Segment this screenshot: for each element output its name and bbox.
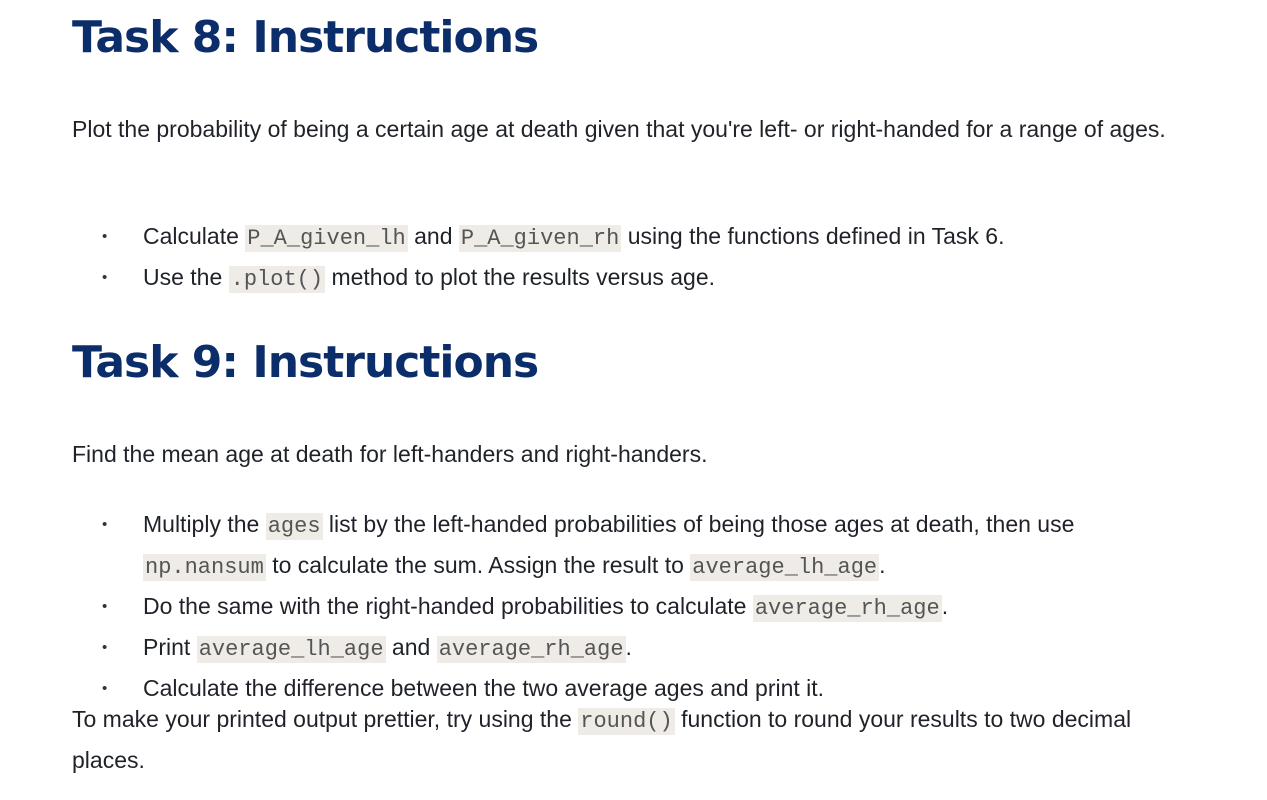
bullet-text: . bbox=[625, 634, 632, 660]
bullet-icon: • bbox=[102, 516, 108, 533]
bullet-text: . bbox=[879, 552, 886, 578]
task8-intro: Plot the probability of being a certain … bbox=[72, 116, 1166, 142]
bullet-icon: • bbox=[102, 269, 108, 286]
list-item: • Use the .plot() method to plot the resu… bbox=[72, 258, 1192, 299]
inline-code: average_rh_age bbox=[752, 595, 942, 622]
task9-tip: To make your printed output prettier, tr… bbox=[72, 700, 1192, 779]
bullet-text: and bbox=[407, 223, 459, 249]
bullet-text: Calculate bbox=[143, 223, 246, 249]
list-item: • Multiply the ages list by the left-hand… bbox=[72, 505, 1192, 587]
inline-code: ages bbox=[265, 513, 323, 540]
bullet-text: and bbox=[385, 634, 437, 660]
inline-code: np.nansum bbox=[143, 554, 266, 581]
bullet-text: to calculate the sum. Assign the result … bbox=[265, 552, 691, 578]
bullet-text: Calculate the difference between the two… bbox=[143, 675, 825, 701]
bullet-text: method to plot the results versus age. bbox=[325, 264, 716, 290]
inline-code: P_A_given_rh bbox=[458, 225, 622, 252]
list-item: • Calculate P_A_given_lh and P_A_given_rh… bbox=[72, 217, 1192, 258]
task8-heading: Task 8: Instructions bbox=[72, 12, 539, 63]
inline-code: .plot() bbox=[228, 266, 326, 293]
bullet-icon: • bbox=[102, 598, 108, 615]
bullet-icon: • bbox=[102, 639, 108, 656]
inline-code: round() bbox=[578, 708, 675, 735]
bullet-text: Use the bbox=[143, 264, 229, 290]
bullet-text: Multiply the bbox=[143, 511, 266, 537]
task9-heading: Task 9: Instructions bbox=[72, 337, 539, 388]
bullet-text: . bbox=[941, 593, 949, 619]
bullet-text: Print bbox=[143, 634, 197, 660]
bullet-text: Do the same with the right-handed probab… bbox=[143, 593, 753, 619]
list-item: • Do the same with the right-handed proba… bbox=[72, 587, 1192, 628]
bullet-icon: • bbox=[102, 228, 108, 245]
inline-code: average_lh_age bbox=[690, 554, 880, 581]
bullet-text: using the functions defined in Task 6. bbox=[621, 223, 1005, 249]
bullet-text: list by the left-handed probabilities of… bbox=[322, 511, 1075, 537]
task8-bullet-list: • Calculate P_A_given_lh and P_A_given_rh… bbox=[72, 217, 1192, 299]
inline-code: average_rh_age bbox=[436, 636, 626, 663]
task9-intro: Find the mean age at death for left-hand… bbox=[72, 441, 708, 467]
tip-text: To make your printed output prettier, tr… bbox=[72, 706, 579, 732]
list-item: • Print average_lh_age and average_rh_age… bbox=[72, 628, 1192, 669]
inline-code: average_lh_age bbox=[196, 636, 386, 663]
task9-bullet-list: • Multiply the ages list by the left-hand… bbox=[72, 505, 1192, 708]
inline-code: P_A_given_lh bbox=[245, 225, 408, 252]
